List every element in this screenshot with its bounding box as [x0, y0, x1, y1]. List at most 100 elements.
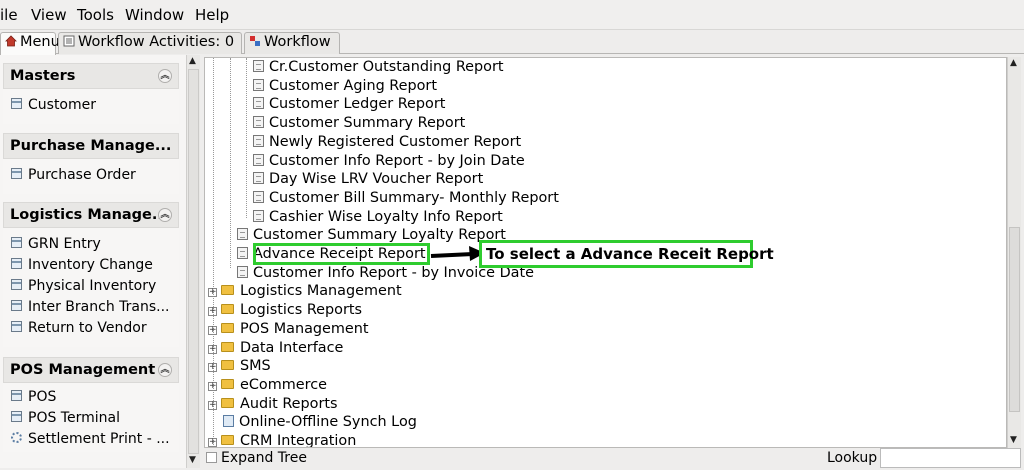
tree-item[interactable]: Customer Summary Report [253, 114, 465, 133]
tree-item-label: CRM Integration [240, 433, 357, 448]
tree-item-label: Customer Summary Loyalty Report [253, 227, 506, 244]
doc-icon [11, 168, 22, 179]
menu-bar: ile View Tools Window Help [0, 0, 1024, 30]
tree-item[interactable]: Customer Info Report - by Join Date [253, 152, 525, 171]
scroll-up-icon[interactable]: ▲ [189, 56, 196, 66]
section-pos-management: POS Management ︽ POS POS Terminal Settlem… [3, 357, 179, 452]
tree-folder[interactable]: + SMS [208, 357, 271, 376]
tree-item[interactable]: Customer Aging Report [253, 77, 437, 96]
sidebar-item-pos-terminal[interactable]: POS Terminal [3, 410, 179, 431]
scroll-thumb[interactable] [188, 69, 199, 454]
tree-item[interactable]: Customer Bill Summary- Monthly Report [253, 189, 559, 208]
doc-icon [11, 98, 22, 109]
doc-icon [11, 321, 22, 332]
list-icon [63, 35, 75, 47]
section-header[interactable]: Logistics Manage... ︽ [3, 202, 179, 228]
folder-icon [221, 341, 234, 352]
expand-icon[interactable]: + [208, 344, 217, 354]
tree-folder[interactable]: + Logistics Management [208, 282, 402, 301]
collapse-icon[interactable]: ︽ [158, 208, 172, 222]
collapse-icon[interactable]: ︽ [158, 69, 172, 83]
scroll-thumb[interactable] [1009, 227, 1020, 412]
tree-item-label: POS Management [240, 320, 369, 337]
sidebar-item-pos[interactable]: POS [3, 389, 179, 410]
tree-folder[interactable]: + CRM Integration [208, 432, 357, 448]
scroll-up-icon[interactable]: ▲ [1010, 58, 1017, 68]
sidebar-item-settlement-print[interactable]: Settlement Print - ... [3, 431, 179, 452]
doc-icon [253, 78, 264, 91]
doc-icon [253, 116, 264, 129]
sidebar-item-inventory-change[interactable]: Inventory Change [3, 257, 179, 278]
doc-icon [253, 153, 264, 166]
gear-icon [11, 432, 22, 443]
sidebar-item-label: Physical Inventory [28, 278, 157, 294]
tree-scrollbar[interactable]: ▲ ▼ [1007, 57, 1021, 448]
tree-folder[interactable]: + Data Interface [208, 339, 343, 358]
workflow-icon [249, 35, 261, 47]
expand-icon[interactable]: + [208, 381, 217, 391]
folder-icon [221, 397, 234, 408]
tab-menu[interactable]: Menu [0, 32, 60, 55]
menu-tools[interactable]: Tools [77, 6, 114, 24]
tree-item[interactable]: Cashier Wise Loyalty Info Report [253, 208, 503, 227]
collapse-icon[interactable]: ︽ [158, 363, 172, 377]
sidebar-item-return-to-vendor[interactable]: Return to Vendor [3, 320, 179, 341]
tree-item[interactable]: Online-Offline Synch Log [223, 413, 417, 432]
left-menu-panel: Masters ︽ Customer Purchase Manage... Pur… [0, 55, 186, 468]
menu-file[interactable]: ile [0, 6, 18, 24]
sidebar-item-label: POS Terminal [28, 410, 120, 426]
lookup-input[interactable] [880, 448, 1021, 468]
expand-icon[interactable]: + [208, 288, 217, 298]
sidebar-item-customer[interactable]: Customer [3, 97, 179, 118]
sidebar-item-label: Customer [28, 97, 97, 113]
tree-item[interactable]: Newly Registered Customer Report [253, 133, 521, 152]
tree-item-label: Audit Reports [240, 395, 338, 412]
expand-icon[interactable]: + [208, 438, 217, 447]
highlight-box [253, 243, 430, 265]
doc-icon [11, 390, 22, 401]
sidebar-item-grn-entry[interactable]: GRN Entry [3, 236, 179, 257]
menu-view[interactable]: View [31, 6, 67, 24]
section-title: Logistics Manage... [10, 207, 169, 223]
tree-item-label: Logistics Management [240, 283, 402, 300]
expand-icon[interactable]: + [208, 307, 217, 317]
sidebar-item-label: Settlement Print - ... [28, 431, 170, 447]
tree-item[interactable]: Day Wise LRV Voucher Report [253, 170, 483, 189]
menu-help[interactable]: Help [195, 6, 229, 24]
lookup-label: Lookup [827, 450, 878, 466]
section-header[interactable]: Purchase Manage... [3, 133, 179, 159]
tree-item[interactable]: Cr.Customer Outstanding Report [253, 58, 504, 77]
tab-menu-label: Menu [20, 34, 60, 50]
folder-icon [221, 360, 234, 371]
tree-folder[interactable]: + eCommerce [208, 376, 327, 395]
tab-workflow-activities[interactable]: Workflow Activities: 0 [58, 32, 242, 54]
sidebar-item-inter-branch-transfer[interactable]: Inter Branch Trans... [3, 299, 179, 320]
sidebar-item-label: POS [28, 389, 57, 405]
tree-folder[interactable]: + POS Management [208, 320, 369, 339]
doc-icon [237, 228, 248, 241]
annotation-callout: To select a Advance Receit Report [479, 240, 774, 268]
sidebar-item-physical-inventory[interactable]: Physical Inventory [3, 278, 179, 299]
scroll-down-icon[interactable]: ▼ [1010, 435, 1017, 445]
doc-icon [253, 97, 264, 110]
tab-workflow[interactable]: Workflow [244, 32, 340, 54]
bottom-bar: Expand Tree Lookup [200, 448, 1024, 470]
tree-folder[interactable]: + Logistics Reports [208, 301, 362, 320]
section-header[interactable]: POS Management ︽ [3, 357, 179, 383]
section-logistics-management: Logistics Manage... ︽ GRN Entry Inventory… [3, 202, 179, 347]
section-header[interactable]: Masters ︽ [3, 63, 179, 89]
expand-icon[interactable]: + [208, 363, 217, 373]
scroll-down-icon[interactable]: ▼ [189, 455, 196, 465]
tree-item-label: Customer Summary Report [269, 115, 466, 132]
tree-folder[interactable]: + Audit Reports [208, 395, 338, 414]
expand-icon[interactable]: + [208, 325, 217, 335]
expand-icon[interactable]: + [208, 400, 217, 410]
expand-tree-checkbox[interactable] [206, 452, 217, 463]
tab-workflow-label: Workflow [264, 34, 331, 50]
menu-window[interactable]: Window [125, 6, 184, 24]
tree-item[interactable]: Customer Ledger Report [253, 95, 445, 114]
tree-item-label: Data Interface [240, 339, 344, 356]
sidebar-item-purchase-order[interactable]: Purchase Order [3, 167, 179, 188]
doc-icon [11, 258, 22, 269]
left-scrollbar[interactable]: ▲ ▼ [186, 55, 200, 468]
